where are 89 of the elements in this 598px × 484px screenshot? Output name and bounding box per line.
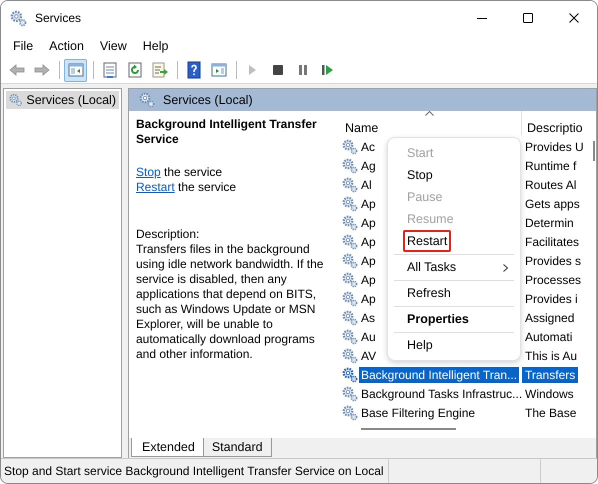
view-tab[interactable]: Extended [131,438,204,458]
service-description: Runtime f [524,158,578,174]
action-text: Stop the service [136,165,224,180]
gear-icon [342,252,358,268]
service-name[interactable]: Ap [359,214,378,230]
menu-item[interactable]: Help [388,334,520,356]
tree-item[interactable]: Services (Local) [6,91,119,109]
service-description: Gets apps [524,196,581,212]
column-header[interactable]: Descriptio [527,121,583,135]
gear-icon [342,386,358,402]
description-label: Description: [136,227,200,242]
action-link[interactable]: Restart [136,180,175,194]
service-description: Windows [524,386,575,402]
service-description: Processes [524,272,582,288]
close-icon [568,12,580,24]
service-description: The Base [524,404,578,420]
stop-icon [272,65,282,75]
chevron-right-icon [503,264,508,272]
service-description: Automati [524,328,574,344]
gear-icon [342,348,358,364]
service-name[interactable]: Ac [359,138,378,154]
scrollbar-thumb[interactable] [361,428,456,430]
service-name[interactable]: Ap [359,252,378,268]
menu-item[interactable]: View [92,39,135,53]
service-description: Assigned [524,310,576,326]
service-description: Transfers [522,366,578,382]
tree-pane-icon [66,61,84,79]
service-name[interactable]: Base Filtering Engine [359,404,478,420]
tree-pane-button[interactable] [64,58,87,82]
menu-item[interactable]: Help [134,39,176,53]
gear-icon [342,404,358,420]
refresh-icon [126,61,144,79]
gear-icon [139,92,155,108]
service-description: Provides U [524,138,585,154]
service-name[interactable]: Al [359,176,374,192]
service-description: Provides i [524,290,579,306]
gear-icon [342,234,358,250]
properties-icon [100,61,118,79]
description-text: Transfers files in the background using idle network bandwidth. If the service is disabled, then any applications that depend on BITS, such as Windows Update or MSN Explorer, will be unable to automatically download programs and other information. [136,242,324,362]
window-title: Services [35,11,82,25]
gear-icon [10,10,27,26]
service-name[interactable]: Ap [359,234,378,250]
gear-icon [342,290,358,306]
gear-icon [342,310,358,326]
column-header[interactable]: Name [345,121,378,135]
service-name[interactable]: Ag [359,158,378,174]
gear-icon [342,138,358,154]
export-icon [150,61,168,79]
gear-icon [342,214,358,230]
service-description: Routes Al [524,176,578,192]
menu-item[interactable]: File [5,39,42,53]
gear-icon [342,196,358,212]
menu-item[interactable]: Action [41,39,92,53]
play-icon [249,65,256,75]
service-name[interactable]: Background Intelligent Tran... [359,366,520,382]
help-icon [184,61,202,79]
menu-item[interactable]: Restart [388,230,520,252]
gear-icon [342,158,358,174]
service-name[interactable]: Background Tasks Infrastruc... [359,386,524,402]
service-description: Facilitates [524,234,580,250]
service-name[interactable]: Ap [359,272,378,288]
status-text: Stop and Start service Background Intelligent Transfer Service on Local [1,459,389,483]
service-name[interactable]: Au [359,328,378,344]
service-name[interactable]: As [359,310,378,326]
menu-item[interactable]: Properties [388,308,520,330]
menu-item[interactable]: Stop [388,164,520,186]
scrollbar-thumb[interactable] [593,141,595,161]
gear-icon [342,366,358,382]
maximize-icon [522,12,534,24]
action-link[interactable]: Stop [136,165,161,179]
action-pane-icon [210,61,228,79]
service-description: This is Au [524,348,578,364]
service-name[interactable]: Ap [359,196,378,212]
menu-item[interactable]: All Tasks [388,256,520,278]
service-name[interactable]: Ap [359,290,378,306]
gear-icon [342,176,358,192]
restart-icon [322,65,333,75]
pause-icon [298,65,306,75]
service-title: Background Intelligent Transfer Service [136,117,318,147]
service-name[interactable]: AV [359,348,378,364]
menu-item[interactable]: Refresh [388,282,520,304]
gear-icon [9,92,22,108]
pane-header: Services (Local) [129,89,596,111]
service-description: Provides s [524,252,582,268]
action-text: Restart the service [136,180,238,195]
gear-icon [342,328,358,344]
sort-caret-icon [425,111,434,116]
service-description: Determin [524,214,575,230]
gear-icon [342,272,358,288]
